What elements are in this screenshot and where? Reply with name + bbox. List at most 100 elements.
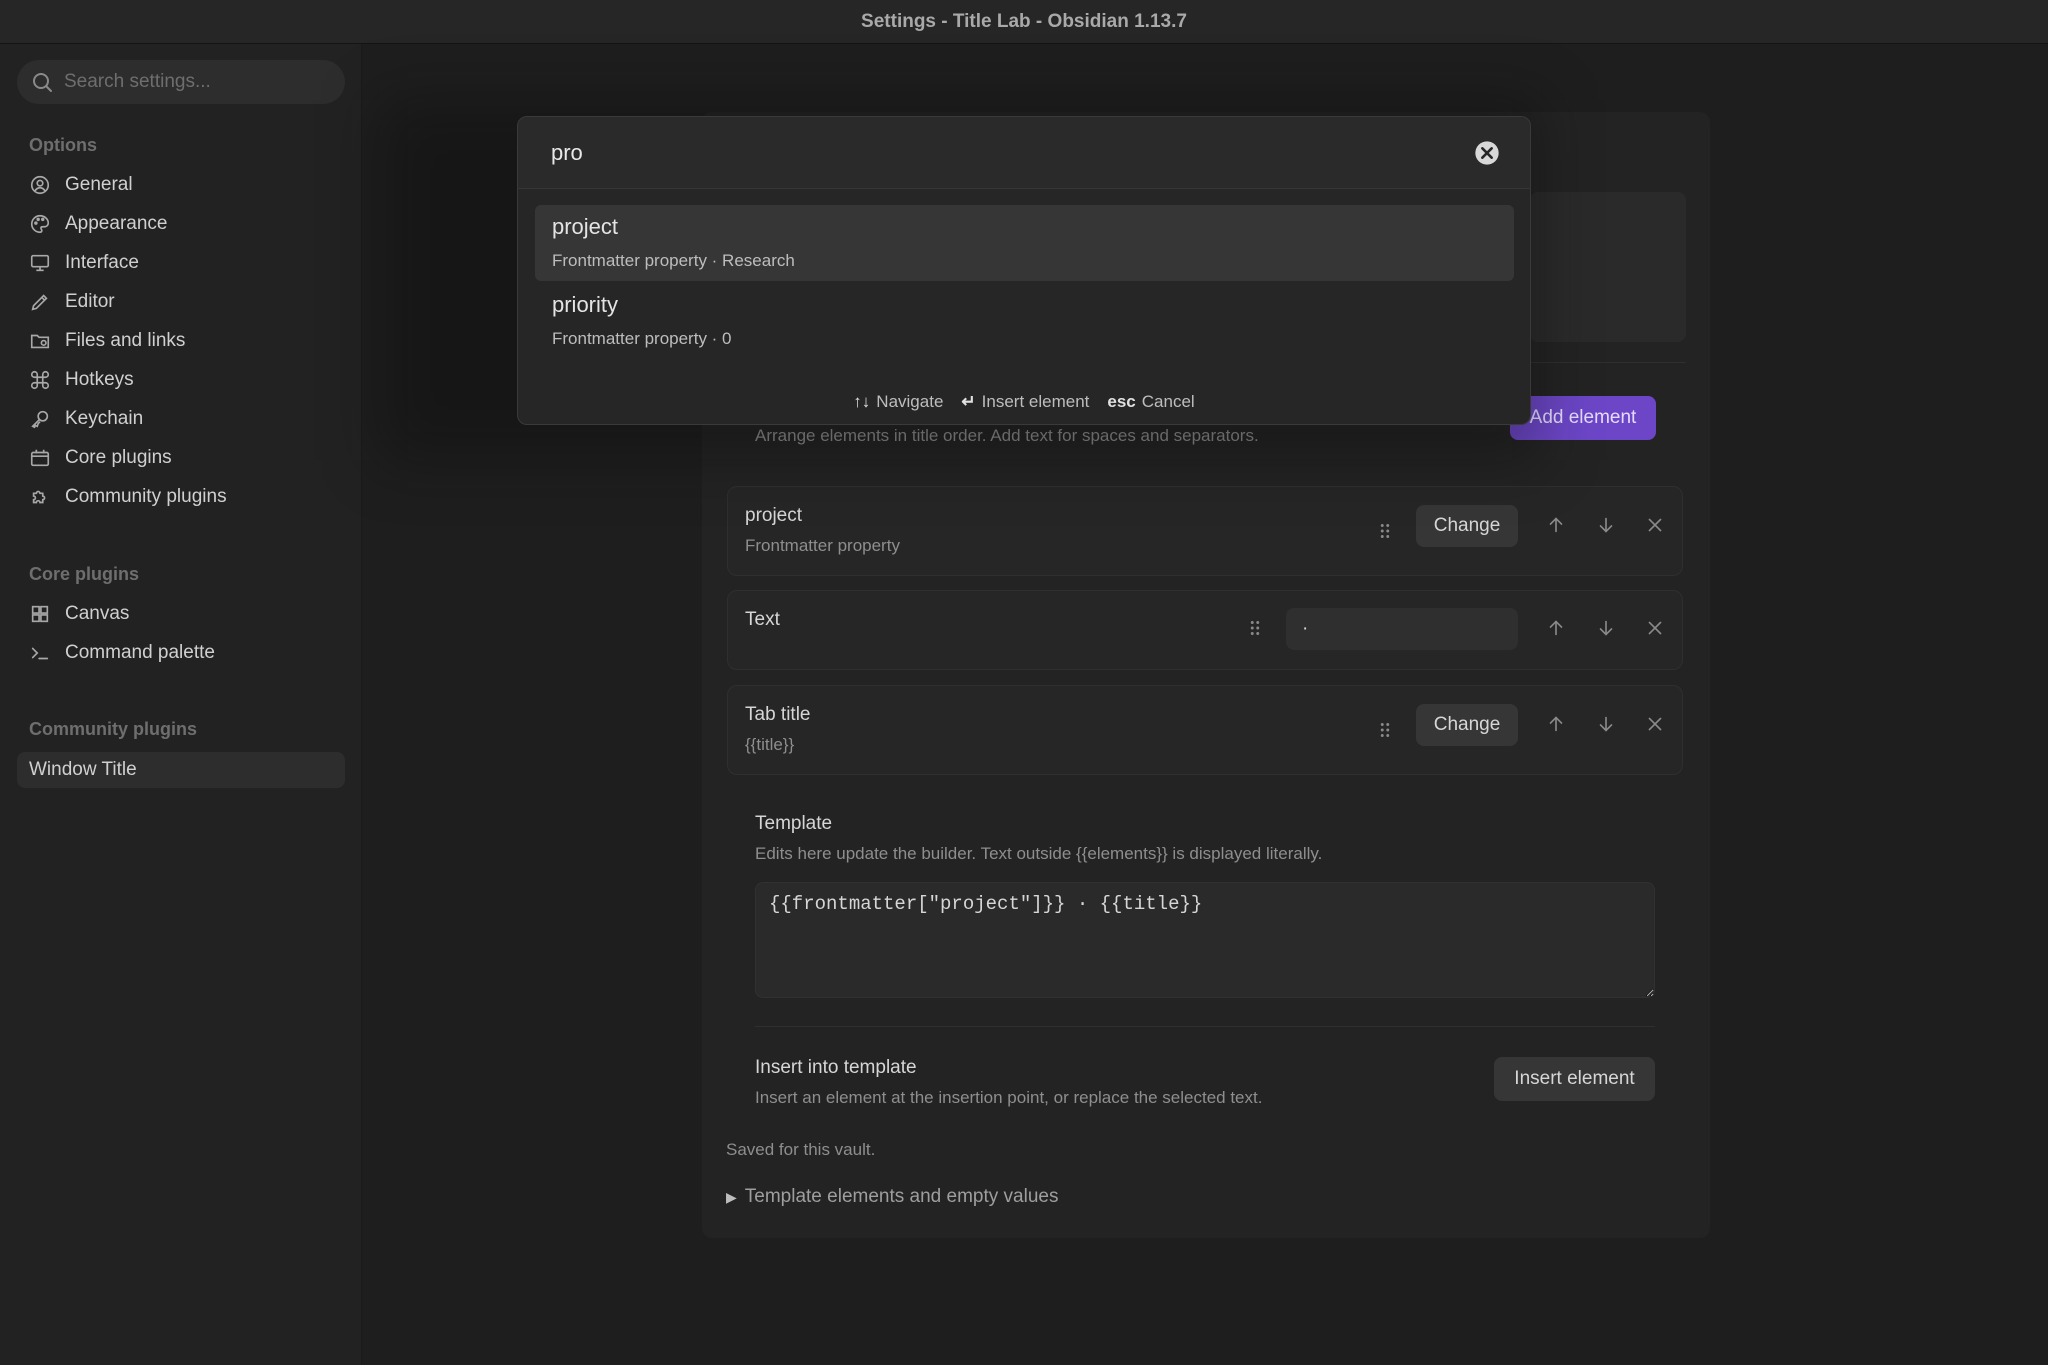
sidebar-item-window-title[interactable]: Window Title (17, 752, 345, 788)
hint-key: ↵ (961, 392, 976, 411)
template-description: Edits here update the builder. Text outs… (755, 844, 1323, 863)
sidebar-item-appearance[interactable]: Appearance (17, 206, 345, 242)
modal-search-row (518, 117, 1530, 189)
drag-handle-icon[interactable] (1240, 613, 1270, 643)
template-elements-details[interactable]: ▶ Template elements and empty values (726, 1186, 1058, 1208)
window-titlebar: Settings - Title Lab - Obsidian 1.13.7 (0, 0, 2048, 44)
command-icon (30, 370, 50, 390)
sidebar-item-files-and-links[interactable]: Files and links (17, 323, 345, 359)
element-row-project: project Frontmatter property Change (727, 486, 1683, 576)
suggestion-title: priority (552, 292, 619, 317)
hint-cancel: esc Cancel (1107, 392, 1194, 412)
hint-label: Insert element (981, 392, 1090, 411)
hint-label: Navigate (876, 392, 944, 411)
sidebar-item-core-plugins[interactable]: Core plugins (17, 440, 345, 476)
insert-into-template-label: Insert into template (755, 1057, 917, 1078)
move-down-icon[interactable] (1591, 510, 1621, 540)
sidebar-heading-community-plugins: Community plugins (29, 719, 197, 739)
disclosure-triangle-icon: ▶ (726, 1188, 737, 1205)
sidebar-heading-core-plugins: Core plugins (29, 564, 140, 584)
change-button[interactable]: Change (1416, 505, 1518, 547)
move-down-icon[interactable] (1591, 613, 1621, 643)
insert-element-button[interactable]: Insert element (1494, 1057, 1655, 1101)
move-up-icon[interactable] (1541, 613, 1571, 643)
hint-label: Cancel (1141, 392, 1195, 411)
sidebar-item-interface[interactable]: Interface (17, 245, 345, 281)
monitor-icon (30, 254, 50, 272)
sidebar-item-label: Command palette (65, 642, 215, 663)
setting-preview-card (1530, 192, 1686, 342)
hint-key: esc (1107, 392, 1136, 411)
remove-icon[interactable] (1640, 613, 1670, 643)
search-icon (33, 73, 52, 92)
settings-sidebar: Options General Appearance Interface Edi… (0, 44, 362, 1365)
element-row-text: Text (727, 590, 1683, 670)
sidebar-item-keychain[interactable]: Keychain (17, 401, 345, 437)
hint-key: ↑↓ (853, 392, 871, 411)
sidebar-item-community-plugins[interactable]: Community plugins (17, 479, 345, 515)
window-title: Settings - Title Lab - Obsidian 1.13.7 (861, 10, 1187, 32)
hint-insert: ↵ Insert element (961, 392, 1089, 412)
settings-search-input[interactable] (64, 71, 334, 93)
suggestion-subtitle: Frontmatter property · 0 (552, 329, 732, 348)
change-button[interactable]: Change (1416, 704, 1518, 746)
suggester-input[interactable] (551, 135, 1451, 171)
element-title: project (745, 505, 803, 526)
sidebar-heading-options: Options (29, 135, 97, 155)
move-up-icon[interactable] (1541, 709, 1571, 739)
sidebar-item-label: Hotkeys (65, 369, 134, 390)
hint-navigate: ↑↓ Navigate (853, 392, 943, 412)
element-subtitle: Frontmatter property (745, 536, 900, 555)
suggester-instructions: ↑↓ Navigate ↵ Insert element esc Cancel (518, 389, 1530, 415)
move-up-icon[interactable] (1541, 510, 1571, 540)
settings-search[interactable] (17, 60, 345, 104)
drag-handle-icon[interactable] (1370, 715, 1400, 745)
clear-icon[interactable] (1473, 139, 1501, 167)
element-suggester-modal: project Frontmatter property · Research … (517, 116, 1531, 425)
pencil-icon (31, 294, 48, 311)
sidebar-item-label: Window Title (29, 759, 137, 780)
element-title: Text (745, 609, 780, 630)
suggestion-priority[interactable]: priority Frontmatter property · 0 (535, 283, 1514, 359)
template-label: Template (755, 813, 833, 834)
suggestion-project[interactable]: project Frontmatter property · Research (535, 205, 1514, 281)
template-textarea[interactable]: {{frontmatter["project"]}} · {{title}} (755, 882, 1655, 998)
remove-icon[interactable] (1640, 709, 1670, 739)
sidebar-item-label: Core plugins (65, 447, 172, 468)
suggestion-subtitle: Frontmatter property · Research (552, 251, 795, 270)
drag-handle-icon[interactable] (1370, 516, 1400, 546)
divider (755, 1026, 1655, 1027)
divider (1530, 362, 1686, 363)
suggestion-title: project (552, 214, 619, 239)
sidebar-item-label: Community plugins (65, 486, 227, 507)
text-element-input[interactable] (1286, 608, 1518, 650)
sidebar-item-command-palette[interactable]: Command palette (17, 635, 345, 671)
sidebar-item-general[interactable]: General (17, 167, 345, 203)
element-row-tab-title: Tab title {{title}} Change (727, 685, 1683, 775)
element-subtitle: {{title}} (745, 735, 795, 754)
sidebar-item-label: Appearance (65, 213, 168, 234)
palette-icon (31, 214, 50, 234)
move-down-icon[interactable] (1591, 709, 1621, 739)
puzzle-icon (32, 490, 46, 504)
sidebar-item-label: Keychain (65, 408, 144, 429)
sidebar-item-label: Editor (65, 291, 115, 312)
folder-icon (30, 334, 50, 349)
sidebar-item-label: Files and links (65, 330, 186, 351)
sidebar-item-label: Interface (65, 252, 139, 273)
terminal-icon (31, 647, 49, 660)
sidebar-item-canvas[interactable]: Canvas (17, 596, 345, 632)
element-title: Tab title (745, 704, 811, 725)
details-summary: Template elements and empty values (744, 1186, 1059, 1207)
grid-icon (31, 605, 49, 623)
remove-icon[interactable] (1640, 510, 1670, 540)
key-icon (31, 410, 49, 429)
saved-note: Saved for this vault. (726, 1140, 876, 1159)
calendar-icon (30, 449, 50, 467)
sidebar-item-editor[interactable]: Editor (17, 284, 345, 320)
sidebar-item-label: Canvas (65, 603, 130, 624)
sidebar-item-hotkeys[interactable]: Hotkeys (17, 362, 345, 398)
sidebar-item-label: General (65, 174, 133, 195)
insert-description: Insert an element at the insertion point… (755, 1088, 1263, 1107)
user-circle-icon (30, 175, 50, 195)
